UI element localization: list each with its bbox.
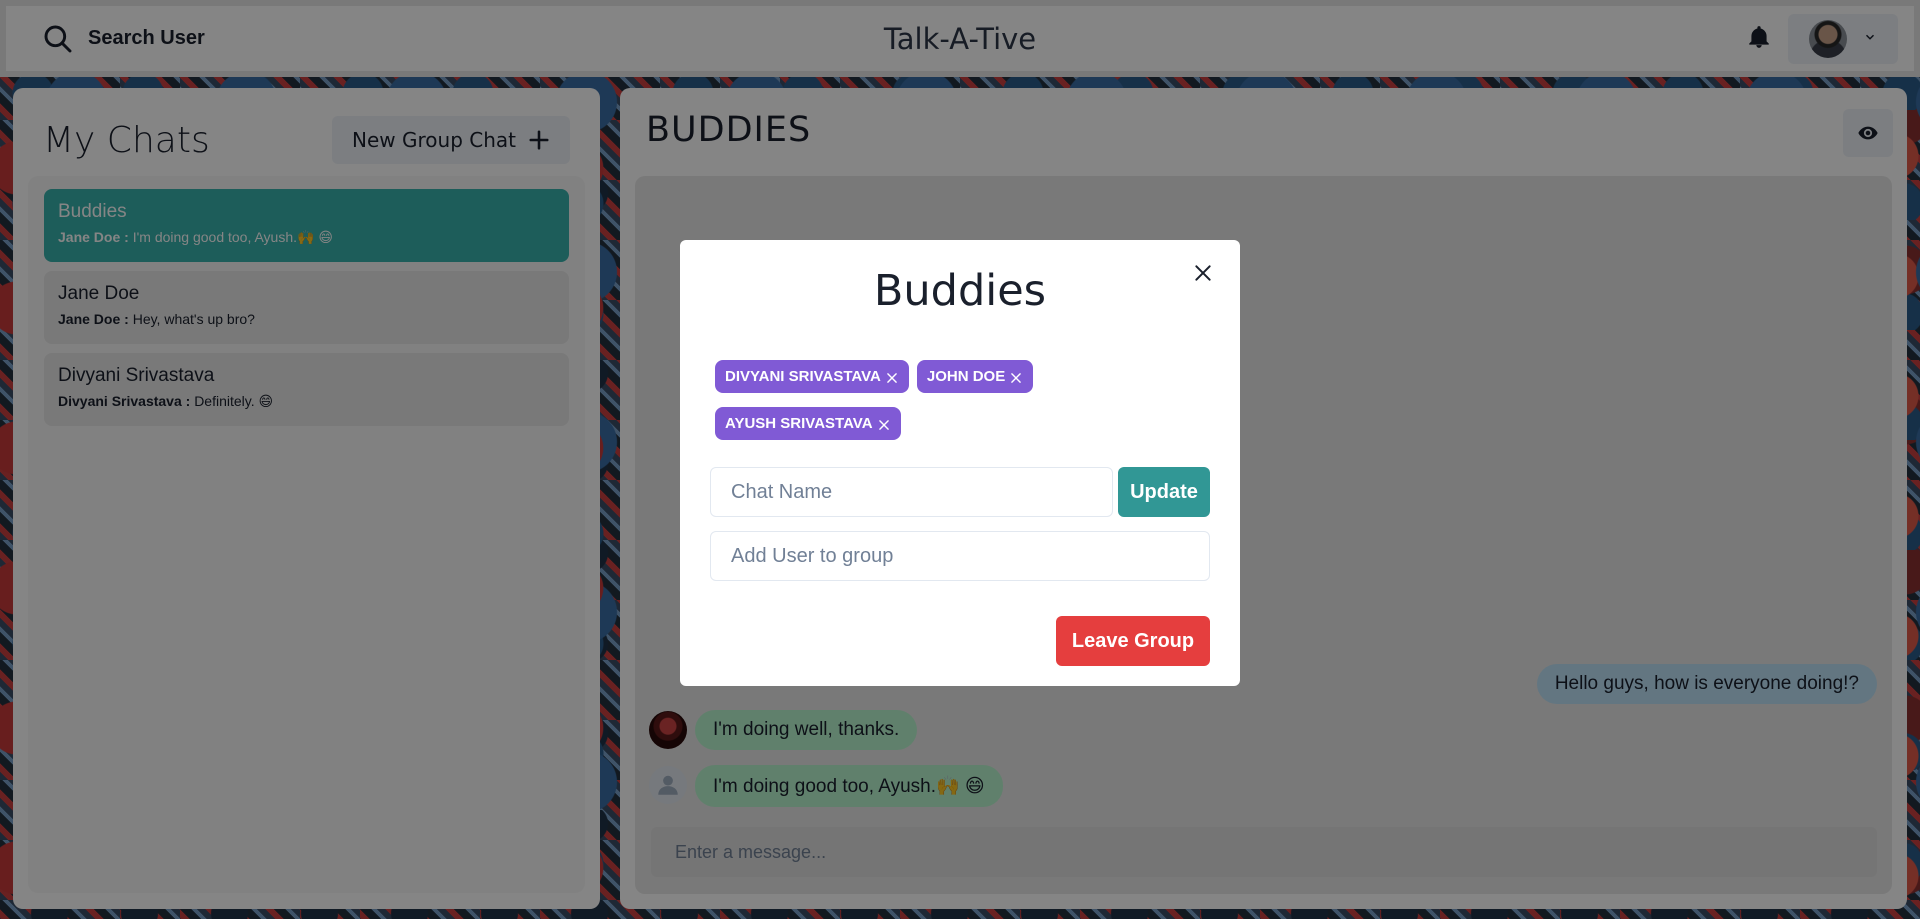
chat-name-input[interactable]: [710, 467, 1113, 517]
leave-group-button[interactable]: Leave Group: [1056, 616, 1210, 666]
member-badge[interactable]: DIVYANI SRIVASTAVA: [715, 360, 909, 393]
modal-title: Buddies: [873, 266, 1047, 316]
remove-member-icon[interactable]: [1009, 371, 1023, 385]
close-icon: [1195, 265, 1211, 281]
member-badges: DIVYANI SRIVASTAVA JOHN DOE AYUSH SRIVAS…: [715, 360, 1195, 454]
member-name: JOHN DOE: [926, 368, 1006, 385]
update-button[interactable]: Update: [1118, 467, 1210, 517]
member-name: AYUSH SRIVASTAVA: [725, 415, 873, 432]
remove-member-icon[interactable]: [885, 371, 899, 385]
group-chat-modal: Buddies DIVYANI SRIVASTAVA JOHN DOE AYUS…: [680, 240, 1240, 686]
close-modal-button[interactable]: [1188, 258, 1218, 288]
member-badge[interactable]: AYUSH SRIVASTAVA: [715, 407, 901, 440]
member-badge[interactable]: JOHN DOE: [916, 360, 1034, 393]
remove-member-icon[interactable]: [877, 418, 891, 432]
member-name: DIVYANI SRIVASTAVA: [725, 368, 881, 385]
add-user-input[interactable]: [710, 531, 1210, 581]
